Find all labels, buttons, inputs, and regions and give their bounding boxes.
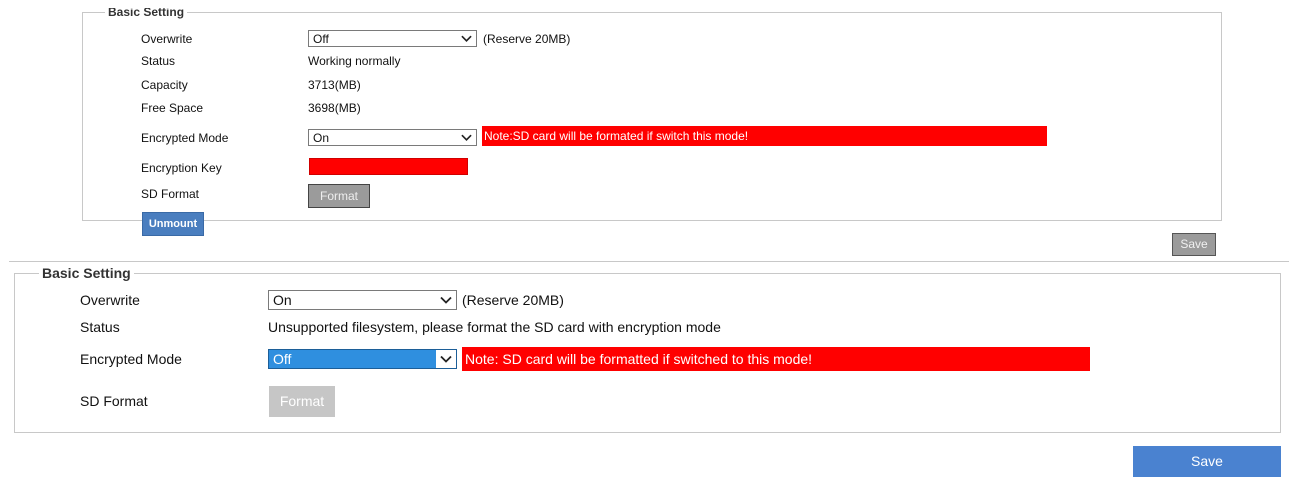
encryption-warning-note: Note:SD card will be formated if switch …	[482, 126, 1047, 146]
encrypted-mode-label: Encrypted Mode	[80, 351, 182, 367]
free-space-value: 3698(MB)	[308, 101, 361, 115]
overwrite-label: Overwrite	[80, 292, 140, 308]
chevron-down-icon	[461, 35, 472, 42]
overwrite-hint: (Reserve 20MB)	[483, 32, 571, 46]
sd-format-label: SD Format	[141, 187, 200, 201]
encryption-warning-note: Note: SD card will be formatted if switc…	[462, 347, 1090, 371]
free-space-label: Free Space	[141, 101, 204, 115]
format-button[interactable]: Format	[308, 184, 370, 208]
sd-format-label: SD Format	[80, 393, 148, 409]
unmount-button[interactable]: Unmount	[142, 212, 204, 236]
status-value: Working normally	[308, 54, 401, 68]
chevron-down-icon	[461, 134, 472, 141]
encrypted-mode-select[interactable]: Off	[268, 349, 457, 369]
encrypted-mode-label: Encrypted Mode	[141, 131, 229, 145]
capacity-value: 3713(MB)	[308, 78, 361, 92]
chevron-down-icon	[440, 355, 452, 363]
overwrite-select[interactable]: On	[268, 290, 457, 310]
chevron-down-icon	[440, 296, 452, 304]
capacity-label: Capacity	[141, 78, 188, 92]
status-label: Status	[80, 319, 120, 335]
top-clip	[0, 0, 1289, 8]
basic-setting-panel-top: Basic Setting	[82, 5, 1222, 221]
status-value: Unsupported filesystem, please format th…	[268, 319, 721, 335]
overwrite-select-value: Off	[313, 32, 329, 46]
overwrite-hint: (Reserve 20MB)	[462, 292, 564, 308]
encryption-key-input[interactable]	[309, 158, 468, 175]
panel-legend: Basic Setting	[42, 265, 131, 281]
overwrite-select[interactable]: Off	[308, 30, 477, 47]
overwrite-select-value: On	[273, 292, 292, 308]
format-button[interactable]: Format	[269, 386, 335, 417]
section-divider	[9, 261, 1289, 262]
status-label: Status	[141, 54, 176, 68]
encrypted-mode-select-value: On	[313, 131, 330, 145]
encrypted-mode-select-value: Off	[273, 351, 292, 367]
save-button-top[interactable]: Save	[1172, 233, 1216, 256]
overwrite-label: Overwrite	[141, 32, 193, 46]
save-button-bottom[interactable]: Save	[1133, 446, 1281, 477]
encrypted-mode-select[interactable]: On	[308, 129, 477, 146]
encryption-key-label: Encryption Key	[141, 161, 222, 175]
